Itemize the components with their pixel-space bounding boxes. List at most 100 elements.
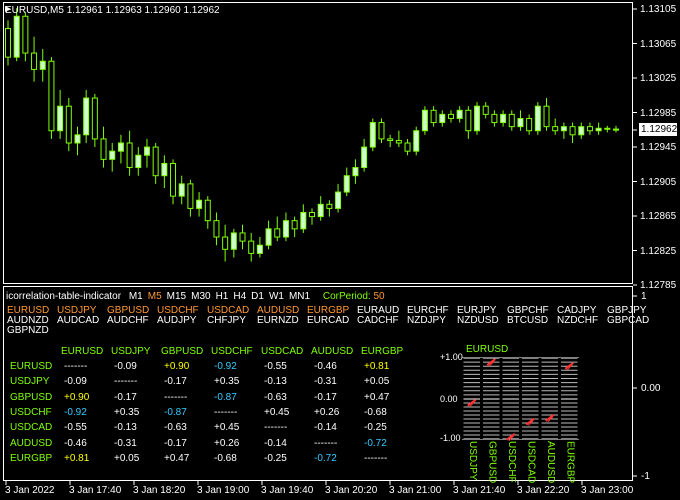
candle-body bbox=[5, 28, 11, 58]
candle-body bbox=[91, 97, 98, 140]
time-label: 3 Jan 2022 bbox=[5, 485, 55, 496]
matrix-column-header: EURGBP bbox=[361, 346, 404, 357]
bar-panel-x-label: AUDUSD bbox=[544, 441, 556, 484]
candle-body bbox=[126, 142, 133, 169]
pair-item[interactable]: NZDUSD bbox=[457, 315, 499, 326]
matrix-cell: -0.87 bbox=[164, 406, 187, 418]
candle-body bbox=[13, 15, 20, 58]
candle-body bbox=[378, 122, 385, 140]
candle-body bbox=[161, 162, 168, 177]
matrix-cell: -0.63 bbox=[264, 391, 287, 403]
timeframe-d1[interactable]: D1 bbox=[251, 291, 264, 302]
matrix-cell: -0.92 bbox=[214, 361, 237, 372]
pair-item[interactable]: BTCUSD bbox=[507, 315, 548, 326]
pair-item[interactable]: CADCHF bbox=[357, 315, 399, 326]
timeframe-m15[interactable]: M15 bbox=[167, 291, 186, 302]
pair-item[interactable]: NZDJPY bbox=[407, 315, 446, 326]
matrix-cell: +0.81 bbox=[64, 452, 90, 464]
matrix-cell: +0.05 bbox=[364, 376, 390, 388]
matrix-cell: ------- bbox=[64, 361, 88, 372]
timeframe-m1[interactable]: M1 bbox=[129, 291, 143, 302]
pair-item[interactable]: AUDJPY bbox=[157, 315, 196, 326]
candle-body bbox=[109, 150, 116, 160]
candle-body bbox=[439, 113, 446, 124]
bar-panel-x-label: GBPUSD bbox=[486, 441, 498, 484]
matrix-cell: -0.63 bbox=[164, 422, 187, 434]
matrix-row-label: EURUSD bbox=[10, 361, 53, 372]
matrix-row-label: GBPUSD bbox=[10, 391, 53, 403]
timeframe-m30[interactable]: M30 bbox=[191, 291, 210, 302]
candle-body bbox=[274, 228, 281, 238]
matrix-cell: -0.55 bbox=[64, 422, 87, 434]
time-label: 3 Jan 21:00 bbox=[389, 485, 442, 496]
timeframe-h4[interactable]: H4 bbox=[233, 291, 246, 302]
candle-body bbox=[74, 134, 81, 144]
candle-body bbox=[491, 113, 498, 124]
candle-body bbox=[248, 240, 255, 254]
candle-body bbox=[447, 113, 454, 119]
pair-item[interactable]: AUDCAD bbox=[57, 315, 99, 326]
time-label: 3 Jan 17:40 bbox=[69, 485, 122, 496]
candle-body bbox=[569, 126, 576, 136]
time-label: 3 Jan 23:00 bbox=[581, 485, 634, 496]
candle-body bbox=[413, 130, 420, 152]
matrix-cell: -0.17 bbox=[164, 437, 187, 449]
chart-collapse-icon[interactable] bbox=[3, 4, 13, 14]
candle-body bbox=[500, 113, 507, 124]
candle-body bbox=[22, 15, 29, 54]
indicator-axis-label: 0.00 bbox=[641, 383, 661, 394]
matrix-cell: +0.35 bbox=[114, 406, 140, 418]
pair-item[interactable]: EURNZD bbox=[257, 315, 299, 326]
matrix-cell: -0.68 bbox=[364, 406, 387, 418]
candle-body bbox=[560, 126, 567, 132]
matrix-cell: ------- bbox=[214, 406, 238, 418]
candle-body bbox=[404, 142, 411, 152]
candle-body bbox=[213, 220, 220, 238]
corperiod-value[interactable]: 50 bbox=[373, 291, 384, 302]
candle-body bbox=[543, 105, 550, 128]
candle-body bbox=[361, 146, 368, 169]
candle-body bbox=[152, 146, 159, 177]
mt4-chart-window[interactable]: EURUSD,M5 1.12961 1.12963 1.12960 1.1296… bbox=[0, 0, 680, 500]
matrix-column-header: USDCHF bbox=[211, 346, 253, 357]
matrix-cell: -0.14 bbox=[314, 422, 337, 434]
pair-item[interactable]: NZDCHF bbox=[557, 315, 598, 326]
candle-body bbox=[230, 232, 237, 250]
matrix-cell: -0.46 bbox=[314, 361, 337, 372]
candle-body bbox=[395, 140, 402, 144]
pair-extra[interactable]: GBPNZD bbox=[7, 325, 49, 336]
indicator-name: icorrelation-table-indicator bbox=[6, 291, 122, 302]
candle-body bbox=[317, 203, 324, 218]
indicator-axis-label: 1 bbox=[641, 291, 647, 302]
matrix-cell: -0.68 bbox=[214, 452, 237, 464]
price-label: 1.12825 bbox=[640, 245, 677, 257]
candle-body bbox=[83, 97, 90, 136]
candle-body bbox=[48, 60, 55, 132]
price-label: 1.12985 bbox=[640, 107, 677, 119]
chart-canvas[interactable] bbox=[0, 0, 680, 500]
matrix-cell: -0.17 bbox=[314, 391, 337, 403]
timeframe-selector[interactable]: M1 M5 M15 M30 H1 H4 D1 W1 MN1 bbox=[124, 291, 310, 302]
time-label: 3 Jan 22:20 bbox=[517, 485, 570, 496]
pair-item[interactable]: EURCAD bbox=[307, 315, 349, 326]
matrix-cell: +0.05 bbox=[114, 452, 140, 464]
timeframe-m5[interactable]: M5 bbox=[148, 291, 162, 302]
chart-ohlc-readout: 1.12961 1.12963 1.12960 1.12962 bbox=[66, 5, 220, 16]
timeframe-mn1[interactable]: MN1 bbox=[289, 291, 310, 302]
time-label: 3 Jan 19:00 bbox=[197, 485, 250, 496]
candle-body bbox=[100, 138, 107, 160]
candle-body bbox=[387, 138, 394, 142]
matrix-cell: +0.45 bbox=[264, 406, 290, 418]
pair-item[interactable]: GBPCAD bbox=[607, 315, 649, 326]
matrix-cell: +0.90 bbox=[164, 361, 190, 372]
price-label: 1.12945 bbox=[640, 142, 677, 153]
pair-item[interactable]: CHFJPY bbox=[207, 315, 246, 326]
indicator-header: icorrelation-table-indicator M1 M5 M15 M30 H… bbox=[6, 291, 385, 302]
matrix-cell: +0.47 bbox=[364, 391, 390, 403]
timeframe-w1[interactable]: W1 bbox=[269, 291, 284, 302]
current-price-label: 1.12962 bbox=[639, 123, 678, 136]
pair-item[interactable]: AUDCHF bbox=[107, 315, 149, 326]
matrix-row-label: USDCHF bbox=[10, 406, 52, 418]
matrix-cell: +0.47 bbox=[164, 452, 190, 464]
timeframe-h1[interactable]: H1 bbox=[216, 291, 229, 302]
